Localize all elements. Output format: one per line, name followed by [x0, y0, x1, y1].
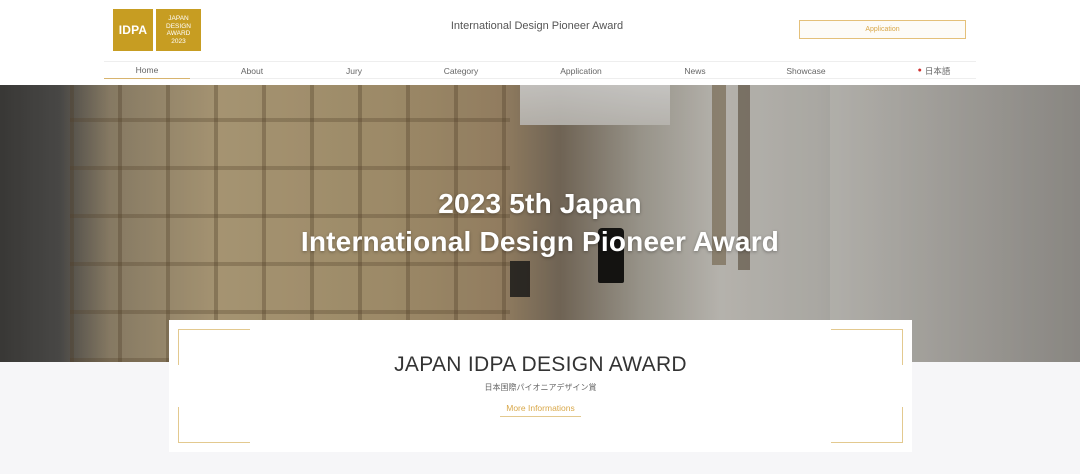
nav-item-jury[interactable]: Jury: [319, 62, 389, 79]
nav-item-application[interactable]: Application: [546, 62, 616, 79]
idpa-logo[interactable]: IDPA JAPAN DESIGN AWARD 2023: [113, 9, 201, 51]
language-switch[interactable]: ● 日本語: [899, 62, 969, 79]
page: IDPA JAPAN DESIGN AWARD 2023 Internation…: [0, 0, 1080, 474]
logo-line: 2023: [171, 37, 186, 45]
site-title: International Design Pioneer Award: [450, 20, 624, 32]
nav-item-about[interactable]: About: [217, 62, 287, 79]
language-label: 日本語: [924, 65, 951, 76]
nav-item-category[interactable]: Category: [426, 62, 496, 79]
logo-wordmark: JAPAN DESIGN AWARD 2023: [156, 9, 201, 51]
award-subtitle: 日本国際パイオニアデザイン賞: [484, 383, 597, 392]
site-header: IDPA JAPAN DESIGN AWARD 2023 Internation…: [0, 0, 1080, 85]
nav-item-home[interactable]: Home: [104, 62, 190, 79]
award-card: JAPAN IDPA DESIGN AWARD 日本国際パイオニアデザイン賞 M…: [169, 320, 912, 452]
language-dot-icon: ●: [917, 67, 922, 74]
logo-line: DESIGN: [166, 22, 191, 30]
logo-line: JAPAN: [168, 15, 189, 22]
logo-line: AWARD: [166, 30, 191, 37]
logo-mark: IDPA: [113, 9, 153, 51]
card-corner-ornament: [178, 407, 250, 443]
card-corner-ornament: [831, 407, 903, 443]
application-button[interactable]: Application: [799, 20, 966, 39]
nav-item-showcase[interactable]: Showcase: [771, 62, 841, 79]
hero-heading-line2: International Design Pioneer Award: [300, 226, 780, 257]
award-title: JAPAN IDPA DESIGN AWARD: [394, 353, 687, 376]
hero-heading-line1: 2023 5th Japan: [438, 188, 642, 219]
more-informations-link[interactable]: More Informations: [500, 403, 581, 417]
nav-item-news[interactable]: News: [660, 62, 730, 79]
main-nav: Home About Jury Category Application New…: [104, 61, 976, 79]
